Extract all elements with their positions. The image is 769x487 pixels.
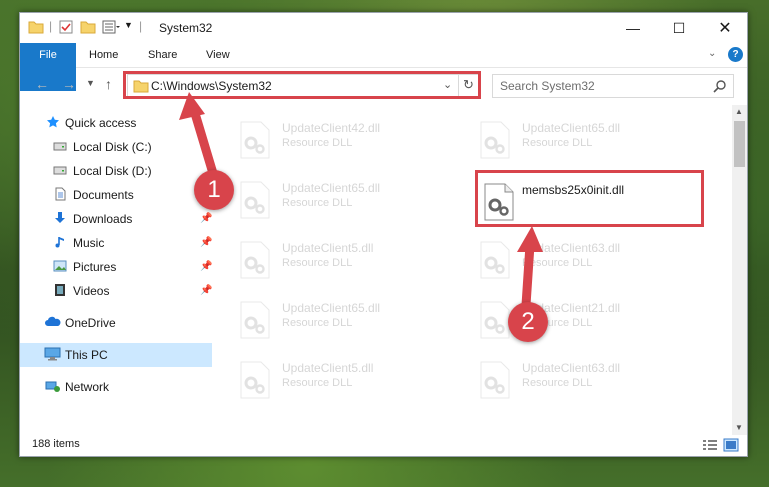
annotation-arrow-2 <box>517 226 543 310</box>
step-2-badge: 2 <box>508 302 548 342</box>
